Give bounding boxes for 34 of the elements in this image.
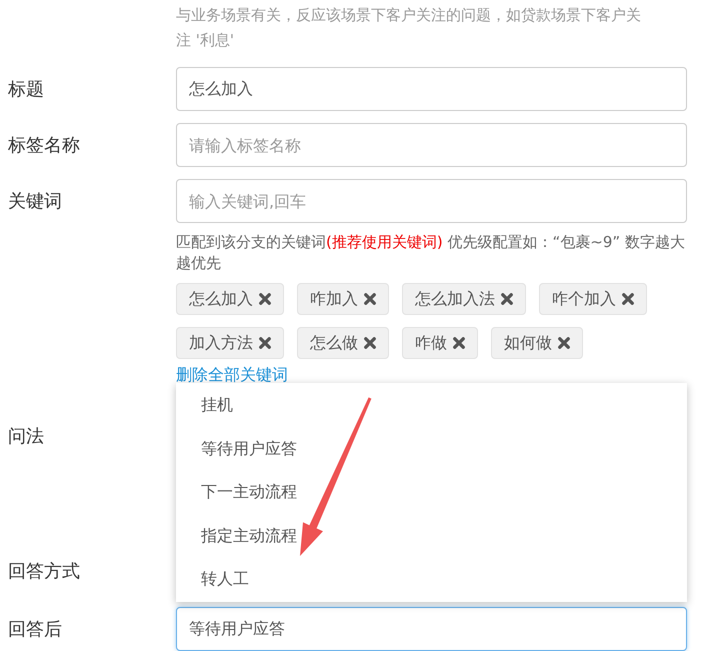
close-icon[interactable] bbox=[453, 337, 465, 349]
field-label: 回答后 bbox=[8, 618, 63, 641]
keyword-tag[interactable]: 咋加入 bbox=[297, 283, 389, 315]
keyword-tag[interactable]: 加入方法 bbox=[176, 327, 284, 359]
close-icon[interactable] bbox=[259, 337, 271, 349]
close-icon[interactable] bbox=[364, 293, 376, 305]
select-field[interactable]: 等待用户应答 bbox=[176, 607, 687, 651]
keyword-tag[interactable]: 怎么加入 bbox=[176, 283, 284, 315]
dropdown-option[interactable]: 挂机 bbox=[176, 383, 687, 427]
close-icon[interactable] bbox=[364, 337, 376, 349]
field-label: 标签名称 bbox=[8, 134, 81, 157]
dropdown-option[interactable]: 等待用户应答 bbox=[176, 426, 687, 470]
field-label: 关键词 bbox=[8, 190, 63, 213]
close-icon[interactable] bbox=[622, 293, 634, 305]
remove-all-link[interactable]: 删除全部关键词 bbox=[176, 365, 288, 385]
input-field[interactable]: 输入关键词,回车 bbox=[176, 179, 687, 223]
keyword-tag[interactable]: 如何做 bbox=[491, 327, 583, 359]
close-icon[interactable] bbox=[259, 293, 271, 305]
dropdown-option[interactable]: 指定主动流程 bbox=[176, 514, 687, 558]
dropdown-option[interactable]: 转人工 bbox=[176, 557, 687, 601]
field-label: 回答方式 bbox=[8, 560, 81, 583]
close-icon[interactable] bbox=[558, 337, 570, 349]
keyword-tag[interactable]: 怎么加入法 bbox=[402, 283, 526, 315]
help-text: 与业务场景有关，反应该场景下客户关注的问题，如贷款场景下客户关注 '利息' bbox=[176, 5, 642, 51]
input-field[interactable]: 请输入标签名称 bbox=[176, 123, 687, 167]
keyword-tag[interactable]: 咋做 bbox=[402, 327, 478, 359]
keyword-tag[interactable]: 怎么做 bbox=[297, 327, 389, 359]
keyword-tag[interactable]: 咋个加入 bbox=[539, 283, 647, 315]
dropdown-option[interactable]: 下一主动流程 bbox=[176, 470, 687, 514]
field-label: 问法 bbox=[8, 425, 45, 448]
input-field[interactable]: 怎么加入 bbox=[176, 67, 687, 111]
field-label: 标题 bbox=[8, 78, 45, 101]
hint-text: 匹配到该分支的关键词(推荐使用关键词) 优先级配置如：“包裹~9” 数字越大越优先 bbox=[176, 232, 686, 274]
close-icon[interactable] bbox=[501, 293, 513, 305]
